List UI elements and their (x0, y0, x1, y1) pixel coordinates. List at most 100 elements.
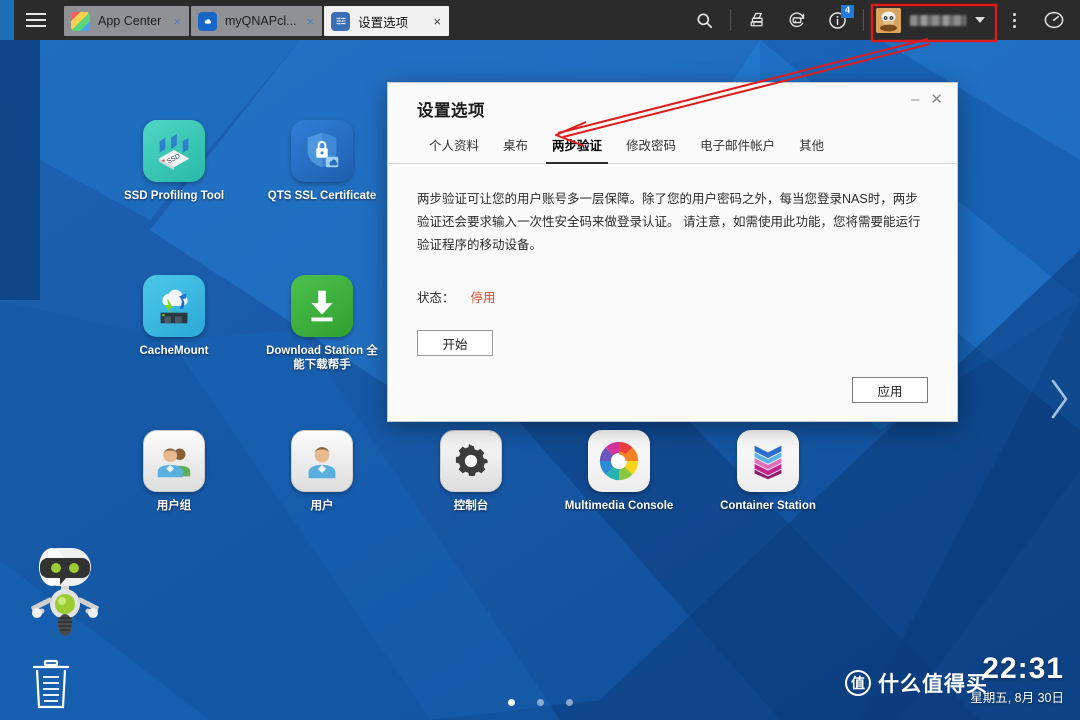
taskbar: App Center × myQNAPcl... × 设置选项 × 4 (0, 0, 1080, 40)
close-icon[interactable]: ✕ (930, 92, 943, 107)
search-glyph (696, 12, 712, 28)
sliders-glyph (334, 14, 348, 28)
notification-info-icon[interactable]: 4 (817, 0, 857, 40)
desktop-icon-label: Multimedia Console (564, 500, 674, 512)
desktop-icon-download-station[interactable]: Download Station 全能下载帮手 (262, 275, 382, 372)
close-icon[interactable]: × (432, 15, 442, 28)
gear-glyph (455, 443, 488, 476)
users-icon (291, 430, 353, 492)
chevron-down-icon[interactable] (975, 17, 985, 23)
smzdm-logo: 值 (845, 670, 871, 696)
user-menu[interactable] (870, 0, 994, 40)
avatar (876, 7, 901, 33)
qts-ssl-certificate-icon (291, 120, 353, 182)
avatar-glyph (876, 7, 901, 33)
user-name-blurred (910, 14, 966, 26)
taskbar-tab-settings[interactable]: 设置选项 × (324, 6, 450, 36)
download-station-icon (291, 275, 353, 337)
dialog-footer: 应用 (388, 377, 957, 421)
desktop-icon-multimedia-console[interactable]: Multimedia Console (559, 430, 679, 513)
taskbar-spacer (449, 0, 684, 40)
taskbar-tab-app-center[interactable]: App Center × (64, 6, 189, 36)
storage-volume-icon[interactable] (737, 0, 777, 40)
taskbar-divider (863, 9, 864, 31)
dialog-window-controls: – ✕ (911, 92, 943, 107)
tab-profile[interactable]: 个人资料 (417, 135, 491, 163)
backup-glyph (789, 12, 805, 28)
dialog-tabs: 个人资料 桌布 两步验证 修改密码 电子邮件帐户 其他 (388, 121, 957, 164)
app-center-icon (71, 11, 90, 31)
download-arrow-glyph (311, 290, 333, 322)
start-button[interactable]: 开始 (417, 330, 493, 356)
taskbar-tab-myqnapcloud[interactable]: myQNAPcl... × (191, 6, 323, 36)
status-label: 状态： (417, 291, 455, 305)
watermark: 值 什么值得买 (845, 668, 988, 698)
minimize-icon[interactable]: – (911, 92, 919, 107)
qboost-robot-icon[interactable] (22, 542, 108, 642)
taskbar-left-strip (0, 0, 14, 40)
desktop-icon-label: QTS SSL Certificate (267, 190, 377, 202)
tab-two-step-verification[interactable]: 两步验证 (540, 135, 614, 164)
chevron-right-icon[interactable] (1046, 373, 1072, 430)
settings-icon (331, 11, 351, 31)
dashboard-gauge-icon[interactable] (1034, 0, 1074, 40)
storage-glyph (750, 12, 763, 27)
cachemount-icon (143, 275, 205, 337)
close-icon[interactable]: × (171, 15, 181, 28)
user-groups-icon (143, 430, 205, 492)
search-icon[interactable] (684, 0, 724, 40)
desktop-icon-label: SSD Profiling Tool (123, 190, 225, 202)
gauge-glyph (1044, 11, 1064, 29)
backup-sync-icon[interactable] (777, 0, 817, 40)
hamburger-menu-icon[interactable] (14, 0, 58, 40)
taskbar-tab-label: 设置选项 (358, 15, 409, 30)
container-layers-glyph (754, 445, 782, 480)
page-dot-3[interactable] (565, 699, 573, 706)
shield-lock-glyph (307, 132, 339, 168)
page-title: 设置选项 (417, 102, 485, 120)
taskbar-tab-label: myQNAPcl... (225, 14, 297, 28)
qts-desktop: App Center × myQNAPcl... × 设置选项 × 4 SSD … (0, 0, 1080, 720)
page-dot-2[interactable] (536, 699, 544, 706)
desktop-icon-label: Container Station (720, 500, 816, 512)
desktop-page-dots (0, 699, 1080, 706)
taskbar-tab-label: App Center (98, 14, 162, 28)
desktop-icon-label: 用户组 (156, 500, 192, 512)
desktop-icon-user-groups[interactable]: 用户组 (114, 430, 234, 513)
watermark-text: 什么值得买 (878, 673, 988, 696)
kebab-glyph (1012, 12, 1016, 28)
page-dot-1[interactable] (507, 699, 515, 706)
desktop-icon-container-station[interactable]: Container Station (708, 430, 828, 513)
desktop-icon-qts-ssl-certificate[interactable]: QTS SSL Certificate (262, 120, 382, 203)
close-icon[interactable]: × (305, 15, 315, 28)
tab-change-password[interactable]: 修改密码 (614, 135, 688, 163)
cloud-mount-glyph (160, 289, 188, 324)
control-panel-icon (440, 430, 502, 492)
chevron-right-glyph (1051, 379, 1068, 419)
tab-others[interactable]: 其他 (787, 135, 836, 163)
robot-glyph (30, 548, 100, 636)
desktop-icon-control-panel[interactable]: 控制台 (411, 430, 531, 513)
aperture-glyph (599, 441, 639, 481)
more-options-icon[interactable] (994, 0, 1034, 40)
settings-dialog: 设置选项 – ✕ 个人资料 桌布 两步验证 修改密码 电子邮件帐户 其他 两步验… (387, 82, 958, 422)
two-users-glyph (157, 448, 191, 478)
single-user-glyph (308, 447, 336, 479)
status-badge: 停用 (470, 291, 496, 305)
notification-badge: 4 (841, 5, 854, 18)
taskbar-tabs: App Center × myQNAPcl... × 设置选项 × (58, 0, 450, 40)
dialog-body: 两步验证可让您的用户账号多一层保障。除了您的用户密码之外，每当您登录NAS时，两… (388, 164, 957, 377)
tab-email-account[interactable]: 电子邮件帐户 (688, 135, 787, 163)
apply-button[interactable]: 应用 (852, 377, 928, 403)
desktop-icon-users[interactable]: 用户 (262, 430, 382, 513)
desktop-icon-cachemount[interactable]: CacheMount (114, 275, 234, 358)
desktop-icon-label: Download Station 全能下载帮手 (266, 345, 378, 371)
cloud-sync-glyph (202, 15, 213, 27)
desktop-icon-label: 用户 (310, 500, 334, 512)
taskbar-divider (730, 9, 731, 31)
tab-wallpaper[interactable]: 桌布 (491, 135, 540, 163)
ssd-glyph: SSD (158, 133, 190, 171)
dialog-header: 设置选项 – ✕ (388, 83, 957, 121)
desktop-icon-label: 控制台 (453, 500, 489, 512)
desktop-icon-ssd-profiling-tool[interactable]: SSD SSD Profiling Tool (114, 120, 234, 203)
